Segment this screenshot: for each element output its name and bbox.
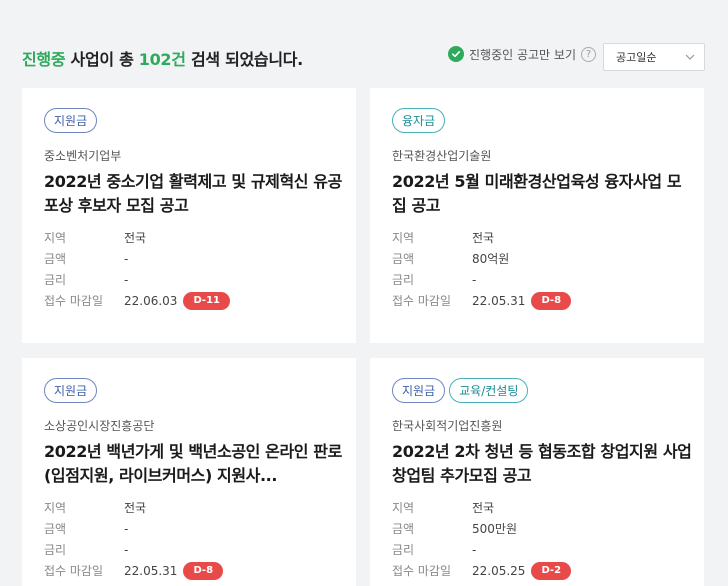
card-tags: 지원금 bbox=[44, 378, 98, 403]
card-info: 지역 전국 금액 80억원 금리 - 접수 마감일 22.05.31 D-8 bbox=[392, 227, 572, 311]
region-label: 지역 bbox=[44, 501, 67, 515]
category-tag: 교육/컨설팅 bbox=[449, 378, 529, 403]
program-card[interactable]: 지원금 중소벤처기업부 2022년 중소기업 활력제고 및 규제혁신 유공 포상… bbox=[22, 88, 356, 343]
region-label: 지역 bbox=[44, 231, 67, 245]
dday-badge: D-11 bbox=[183, 291, 230, 310]
deadline-value: 22.05.25 bbox=[472, 563, 526, 578]
card-title[interactable]: 2022년 백년가게 및 백년소공인 온라인 판로(입점지원, 라이브커머스) … bbox=[44, 440, 344, 488]
rate-value: - bbox=[124, 542, 129, 557]
status-highlight: 진행중 bbox=[22, 50, 66, 69]
rate-value: - bbox=[472, 272, 477, 287]
rate-label: 금리 bbox=[44, 543, 67, 557]
program-card[interactable]: 지원금 소상공인시장진흥공단 2022년 백년가게 및 백년소공인 온라인 판로… bbox=[22, 358, 356, 586]
filter-label[interactable]: 진행중인 공고만 보기 bbox=[469, 46, 576, 63]
amount-label: 금액 bbox=[44, 252, 67, 266]
sort-select[interactable]: 공고일순 bbox=[603, 43, 705, 71]
card-organization: 한국환경산업기술원 bbox=[392, 149, 492, 163]
region-value: 전국 bbox=[472, 501, 495, 515]
category-tag: 지원금 bbox=[392, 378, 446, 403]
deadline-label: 접수 마감일 bbox=[44, 564, 104, 578]
sort-selected-value: 공고일순 bbox=[616, 51, 657, 64]
rate-label: 금리 bbox=[392, 543, 415, 557]
card-tags: 지원금 bbox=[44, 108, 98, 133]
amount-value: - bbox=[124, 251, 129, 266]
region-value: 전국 bbox=[472, 231, 495, 245]
card-title[interactable]: 2022년 5월 미래환경산업육성 융자사업 모집 공고 bbox=[392, 170, 692, 218]
card-organization: 한국사회적기업진흥원 bbox=[392, 419, 503, 433]
amount-label: 금액 bbox=[392, 252, 415, 266]
card-info: 지역 전국 금액 - 금리 - 접수 마감일 22.05.31 D-8 bbox=[44, 497, 224, 581]
amount-value: - bbox=[124, 521, 129, 536]
dday-badge: D-8 bbox=[531, 291, 572, 310]
region-value: 전국 bbox=[124, 501, 147, 515]
category-tag: 지원금 bbox=[44, 108, 98, 133]
program-card[interactable]: 지원금 교육/컨설팅 한국사회적기업진흥원 2022년 2차 청년 등 협동조합… bbox=[370, 358, 704, 586]
card-tags: 지원금 교육/컨설팅 bbox=[392, 378, 529, 403]
deadline-value: 22.06.03 bbox=[124, 293, 178, 308]
results-header: 진행중 사업이 총 102건 검색 되었습니다. 진행중인 공고만 보기 ? 공… bbox=[0, 0, 728, 88]
card-organization: 소상공인시장진흥공단 bbox=[44, 419, 155, 433]
card-title[interactable]: 2022년 중소기업 활력제고 및 규제혁신 유공 포상 후보자 모집 공고 bbox=[44, 170, 344, 218]
category-tag: 융자금 bbox=[392, 108, 446, 133]
amount-label: 금액 bbox=[44, 522, 67, 536]
rate-label: 금리 bbox=[44, 273, 67, 287]
result-count: 102건 bbox=[138, 50, 186, 69]
amount-value: 500만원 bbox=[472, 522, 517, 536]
amount-value: 80억원 bbox=[472, 252, 510, 266]
rate-value: - bbox=[472, 542, 477, 557]
card-title[interactable]: 2022년 2차 청년 등 협동조합 창업지원 사업 창업팀 추가모집 공고 bbox=[392, 440, 692, 488]
deadline-value: 22.05.31 bbox=[124, 563, 178, 578]
dday-badge: D-2 bbox=[531, 561, 572, 580]
dday-badge: D-8 bbox=[183, 561, 224, 580]
deadline-label: 접수 마감일 bbox=[392, 564, 452, 578]
summary-text-before: 사업이 총 bbox=[65, 50, 139, 69]
rate-value: - bbox=[124, 272, 129, 287]
help-icon[interactable]: ? bbox=[581, 46, 596, 62]
ongoing-only-filter[interactable]: 진행중인 공고만 보기 ? bbox=[448, 44, 596, 64]
card-info: 지역 전국 금액 - 금리 - 접수 마감일 22.06.03 D-11 bbox=[44, 227, 230, 311]
card-organization: 중소벤처기업부 bbox=[44, 149, 122, 163]
check-circle-icon[interactable] bbox=[448, 46, 464, 62]
region-label: 지역 bbox=[392, 501, 415, 515]
search-summary: 진행중 사업이 총 102건 검색 되었습니다. bbox=[22, 46, 303, 70]
amount-label: 금액 bbox=[392, 522, 415, 536]
program-card[interactable]: 융자금 한국환경산업기술원 2022년 5월 미래환경산업육성 융자사업 모집 … bbox=[370, 88, 704, 343]
deadline-label: 접수 마감일 bbox=[44, 294, 104, 308]
chevron-down-icon bbox=[685, 54, 695, 60]
deadline-label: 접수 마감일 bbox=[392, 294, 452, 308]
region-label: 지역 bbox=[392, 231, 415, 245]
rate-label: 금리 bbox=[392, 273, 415, 287]
summary-text-after: 검색 되었습니다. bbox=[185, 50, 303, 69]
card-tags: 융자금 bbox=[392, 108, 446, 133]
deadline-value: 22.05.31 bbox=[472, 293, 526, 308]
card-info: 지역 전국 금액 500만원 금리 - 접수 마감일 22.05.25 D-2 bbox=[392, 497, 572, 581]
category-tag: 지원금 bbox=[44, 378, 98, 403]
region-value: 전국 bbox=[124, 231, 147, 245]
